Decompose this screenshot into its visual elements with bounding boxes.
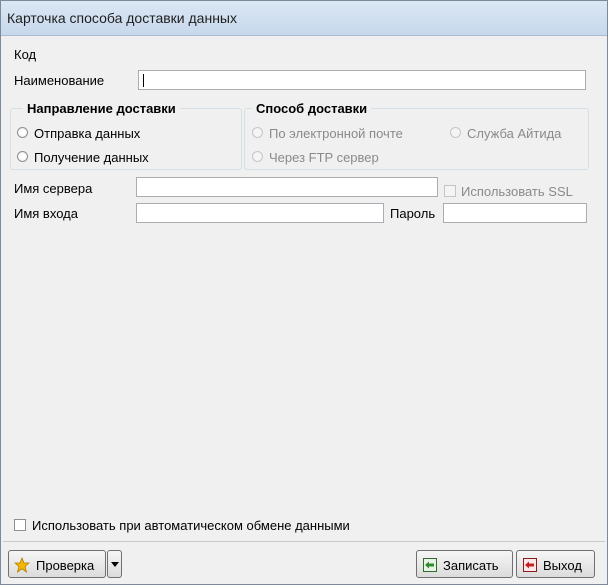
exit-button-label: Выход: [543, 558, 582, 573]
radio-aitida[interactable]: [450, 127, 461, 138]
text-caret: [143, 74, 144, 87]
check-button[interactable]: Проверка: [8, 550, 106, 578]
save-button[interactable]: Записать: [416, 550, 513, 578]
ssl-label: Использовать SSL: [461, 184, 573, 199]
auto-exchange-label[interactable]: Использовать при автоматическом обмене д…: [32, 518, 350, 533]
ssl-checkbox[interactable]: [444, 185, 456, 197]
server-label: Имя сервера: [14, 181, 93, 196]
save-button-label: Записать: [443, 558, 499, 573]
name-input[interactable]: [138, 70, 586, 90]
radio-receive[interactable]: [17, 151, 28, 162]
code-label: Код: [14, 47, 37, 62]
radio-send-label[interactable]: Отправка данных: [34, 126, 140, 141]
exit-icon: [523, 558, 537, 572]
direction-group-title: Направление доставки: [23, 101, 180, 116]
window-title: Карточка способа доставки данных: [7, 10, 237, 26]
radio-email[interactable]: [252, 127, 263, 138]
triangle-down-icon: [111, 562, 119, 567]
auto-exchange-checkbox[interactable]: [14, 519, 26, 531]
title-bar[interactable]: Карточка способа доставки данных: [1, 1, 607, 36]
radio-aitida-label: Служба Айтида: [467, 126, 562, 141]
save-arrow-icon: [423, 558, 437, 572]
radio-ftp[interactable]: [252, 151, 263, 162]
radio-email-label: По электронной почте: [269, 126, 403, 141]
login-input[interactable]: [136, 203, 384, 223]
login-label: Имя входа: [14, 206, 78, 221]
radio-send[interactable]: [17, 127, 28, 138]
dialog-window: Карточка способа доставки данных Код Наи…: [0, 0, 608, 585]
star-icon: [14, 557, 30, 573]
method-group-title: Способ доставки: [252, 101, 372, 116]
check-dropdown-button[interactable]: [107, 550, 122, 578]
footer-separator: [3, 541, 605, 542]
name-label: Наименование: [14, 73, 105, 88]
check-button-label: Проверка: [36, 558, 95, 573]
radio-receive-label[interactable]: Получение данных: [34, 150, 149, 165]
password-label: Пароль: [390, 206, 436, 221]
radio-ftp-label: Через FTP сервер: [269, 150, 379, 165]
server-input[interactable]: [136, 177, 438, 197]
password-input[interactable]: [443, 203, 587, 223]
exit-button[interactable]: Выход: [516, 550, 595, 578]
